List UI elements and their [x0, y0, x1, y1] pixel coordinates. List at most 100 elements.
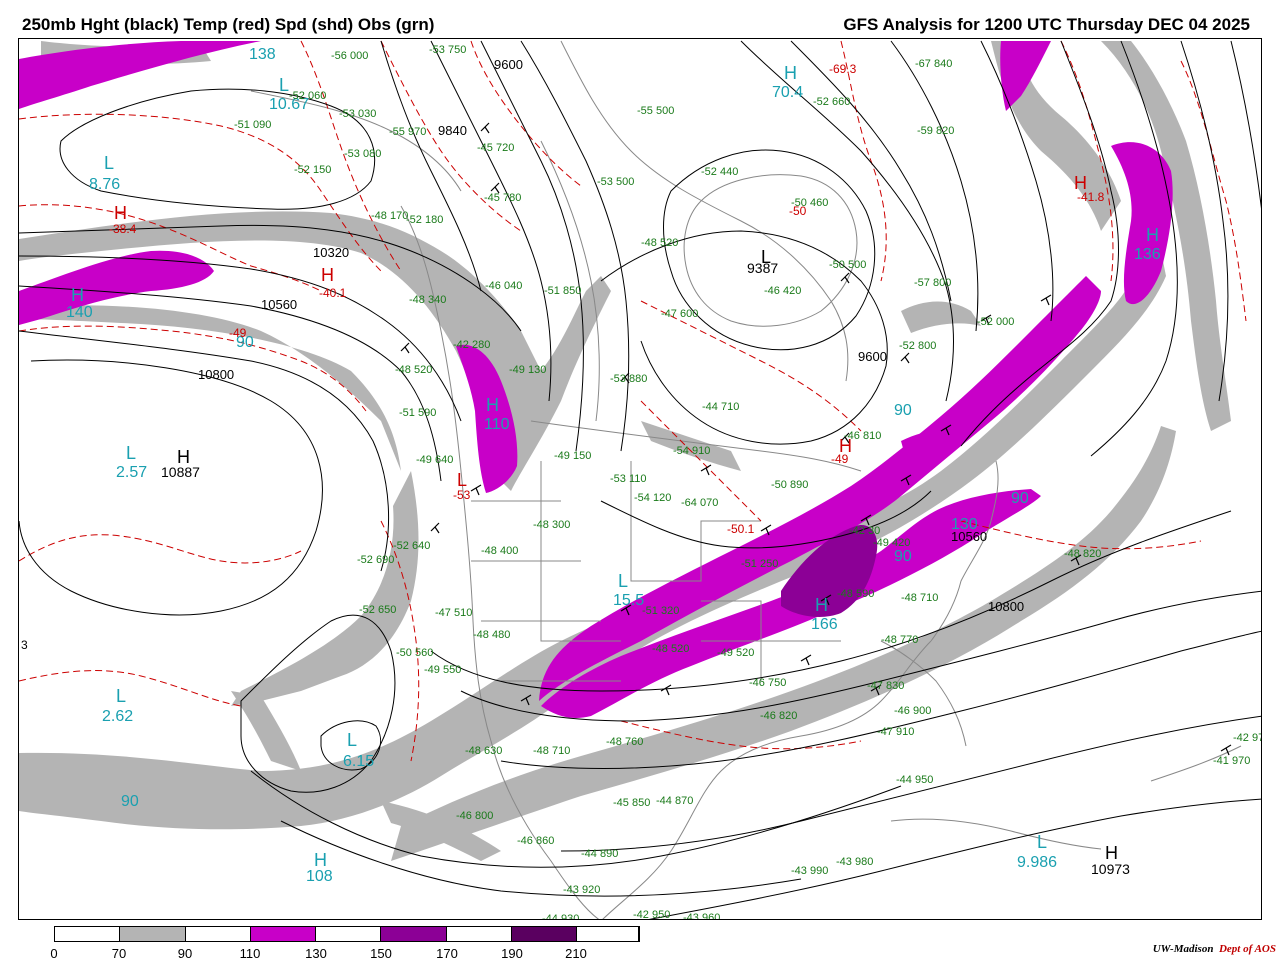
- observation-plot: -53 080: [344, 148, 381, 160]
- observation-plot: -51 320: [642, 605, 679, 617]
- observation-plot: -48 170: [371, 210, 408, 222]
- observation-plot: -47 510: [435, 607, 472, 619]
- speed-center-value: 15.5: [613, 592, 644, 609]
- observation-plot: -46 820: [760, 710, 797, 722]
- map-edge-label: 3: [21, 638, 28, 652]
- observation-plot: -54 910: [673, 445, 710, 457]
- observation-plot: -45 780: [484, 192, 521, 204]
- observation-plot: -42 950: [633, 909, 670, 920]
- speed-center-value: 136: [1134, 246, 1161, 263]
- speed-center-value: 70.4: [772, 84, 803, 101]
- observation-plot: -48 300: [533, 519, 570, 531]
- observation-plot: -48 630: [465, 745, 502, 757]
- observation-plot: -42 280: [453, 339, 490, 351]
- colorbar-segment: [120, 927, 186, 941]
- speed-center-value: 90: [894, 548, 912, 565]
- speed-center-value: 90: [121, 793, 139, 810]
- observation-plot: -44 870: [656, 795, 693, 807]
- observation-plot: -51 090: [234, 119, 271, 131]
- height-center-value: 9387: [747, 260, 778, 276]
- observation-plot: -49 150: [554, 450, 591, 462]
- observation-plot: -50 500: [829, 259, 866, 271]
- speed-center-value: 138: [249, 46, 276, 63]
- observation-plot: -45 850: [613, 797, 650, 809]
- low-center-marker: L: [457, 470, 467, 490]
- observation-plot: -52 690: [357, 554, 394, 566]
- observation-plot: -50 560: [396, 647, 433, 659]
- observation-plot: -59 820: [917, 125, 954, 137]
- observation-plot: -52 650: [359, 604, 396, 616]
- colorbar-tick-label: 170: [436, 946, 458, 961]
- speed-center-value: 2.62: [102, 708, 133, 725]
- observation-plot: -48 760: [606, 736, 643, 748]
- observation-plot: -43 960: [683, 912, 720, 920]
- observation-plot: -53 750: [429, 44, 466, 56]
- observation-plot: -64 070: [681, 497, 718, 509]
- colorbar-tick-label: 150: [370, 946, 392, 961]
- colorbar-tick-label: 0: [50, 946, 58, 961]
- height-contour-label: 10800: [988, 599, 1024, 614]
- observation-plot: -46 420: [764, 285, 801, 297]
- speed-center-value: 108: [306, 868, 333, 885]
- observation-plot: -53 500: [597, 176, 634, 188]
- height-contour-label: 9600: [858, 349, 887, 364]
- low-center-marker: L: [279, 75, 289, 95]
- height-contour-label: 9840: [438, 123, 467, 138]
- speed-center-value: 9.986: [1017, 854, 1057, 871]
- speed-center-value: 166: [811, 616, 838, 633]
- speed-center-value: 90: [1011, 490, 1029, 507]
- observation-plot: -44 950: [896, 774, 933, 786]
- observation-plot: -46 750: [749, 677, 786, 689]
- high-center-marker: H: [1146, 225, 1159, 245]
- speed-center-value: 130: [951, 516, 978, 533]
- colorbar-tick-label: 90: [177, 946, 193, 961]
- observation-plot: -46 900: [894, 705, 931, 717]
- observation-plot: -52 060: [289, 90, 326, 102]
- observation-plot: -52 440: [701, 166, 738, 178]
- observation-plot: -55 970: [389, 126, 426, 138]
- high-center-marker: H: [486, 395, 499, 415]
- high-center-marker: H: [815, 595, 828, 615]
- height-center-value: 10973: [1091, 861, 1130, 877]
- speed-center-value: 2.57: [116, 464, 147, 481]
- observation-plot: -46 040: [485, 280, 522, 292]
- observation-plot: -56 000: [331, 50, 368, 62]
- observation-plot: -42 30: [849, 525, 880, 537]
- temperature-center-value: -53: [453, 488, 471, 502]
- low-center-marker: L: [1037, 832, 1047, 852]
- observation-plot: -44 890: [581, 848, 618, 860]
- observation-plot: -47 910: [877, 726, 914, 738]
- map-panel: 9600 9840 10320 10560 10800 9600 10560 10800 L L H…: [18, 38, 1262, 920]
- height-contour-label: 9600: [494, 57, 523, 72]
- observation-plot: -48 590: [837, 588, 874, 600]
- high-center-marker: H: [784, 63, 797, 83]
- observation-plot: -47 600: [661, 308, 698, 320]
- observation-plot: -53 110: [610, 473, 647, 485]
- speed-center-value: 8.76: [89, 176, 120, 193]
- temperature-center-value: -41.8: [1077, 190, 1105, 204]
- observation-plot: -50 890: [771, 479, 808, 491]
- observation-plot: -43 980: [836, 856, 873, 868]
- high-center-marker: H: [71, 285, 84, 305]
- colorbar-segment: [381, 927, 447, 941]
- observation-plot: -52 640: [393, 540, 430, 552]
- observation-plot: -42 970: [1233, 732, 1262, 744]
- observation-plot: -46 810: [844, 430, 881, 442]
- high-center-marker: H: [314, 850, 327, 870]
- observation-plot: -53 880: [610, 373, 647, 385]
- observation-plot: -50 460: [791, 197, 828, 209]
- observation-plot: -43 990: [791, 865, 828, 877]
- speed-center-value: 90: [894, 402, 912, 419]
- observation-plot: -44 710: [702, 401, 739, 413]
- credit-label: UW-Madison Dept of AOS: [1153, 943, 1276, 955]
- temperature-center-value: -49: [831, 452, 849, 466]
- height-center-value: 10887: [161, 464, 200, 480]
- observation-plot: -49 640: [416, 454, 453, 466]
- observation-plot: -43 920: [563, 884, 600, 896]
- observation-plot: -57 800: [914, 277, 951, 289]
- observation-plot: -48 820: [1064, 548, 1101, 560]
- observation-plot: -67 840: [915, 58, 952, 70]
- observation-plot: -55 500: [637, 105, 674, 117]
- observation-plot: -54 120: [634, 492, 671, 504]
- observation-plot: -52 660: [813, 96, 850, 108]
